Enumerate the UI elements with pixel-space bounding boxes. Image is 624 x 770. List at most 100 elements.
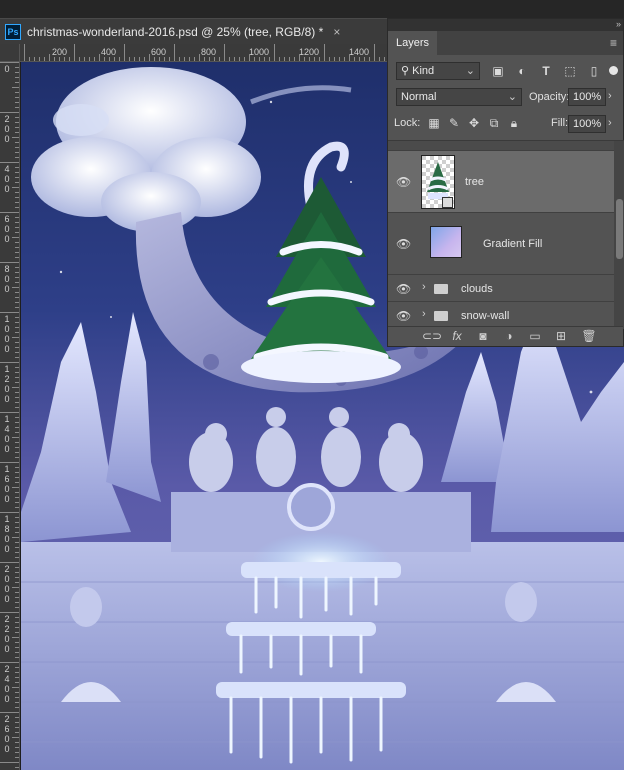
layer-name[interactable]: snow-wall (461, 310, 509, 322)
ruler-tick (134, 57, 135, 61)
filter-type-icon[interactable]: T (538, 63, 554, 79)
ruler-origin[interactable] (0, 44, 20, 62)
ruler-tick (374, 44, 375, 61)
lock-fill-row: Lock: ▦ ✎ ✥ ⧉ 🔒︎ Fill: 100% › (388, 112, 623, 136)
ruler-label: 1800 (4, 514, 10, 554)
ruler-tick (15, 252, 19, 253)
layers-scrollbar[interactable] (614, 141, 624, 329)
filter-pixel-icon[interactable]: ▣ (490, 63, 506, 79)
ruler-tick (269, 57, 270, 61)
visibility-eye-icon[interactable]: 👁︎ (396, 310, 412, 322)
ruler-label: 0 (4, 64, 10, 74)
fill-slider-chevron-icon[interactable]: › (608, 117, 612, 129)
layer-row-clouds[interactable]: 👁︎ › clouds (388, 275, 614, 302)
ruler-tick (239, 57, 240, 61)
adjustment-icon[interactable]: ◑ (500, 328, 518, 344)
ruler-tick (15, 132, 19, 133)
visibility-eye-icon[interactable]: 👁︎ (396, 283, 412, 295)
ruler-tick (15, 632, 19, 633)
ruler-tick (364, 57, 365, 61)
ruler-tick (169, 57, 170, 61)
ruler-tick (0, 312, 19, 313)
filter-smart-object-icon[interactable]: ▯ (586, 63, 602, 79)
ruler-tick (69, 57, 70, 61)
lock-position-icon[interactable]: ✥ (466, 115, 482, 131)
lock-all-icon[interactable]: 🔒︎ (506, 115, 522, 131)
ruler-tick (15, 272, 19, 273)
ruler-tick (334, 57, 335, 61)
layer-row-partial[interactable] (388, 141, 614, 151)
ruler-label: 1000 (249, 47, 270, 57)
vertical-ruler[interactable]: 0 200 400 600 800 1000 1200 1400 1600 1800 2000 220… (0, 62, 20, 770)
panel-header-strip[interactable]: » (388, 19, 623, 31)
ruler-tick (15, 177, 19, 178)
link-icon[interactable]: ⊂⊃ (422, 328, 442, 344)
filter-toggle-switch[interactable] (609, 66, 618, 75)
folder-icon (434, 311, 448, 321)
ruler-tick (24, 44, 25, 61)
ruler-tick (199, 54, 200, 61)
folder-icon[interactable]: ▭ (526, 328, 544, 344)
chevron-right-icon[interactable]: › (422, 308, 426, 320)
collapse-panel-icon[interactable]: » (616, 19, 621, 29)
layer-row-snow-wall[interactable]: 👁︎ › snow-wall (388, 302, 614, 329)
folder-icon (434, 284, 448, 294)
document-tab[interactable]: Ps christmas-wonderland-2016.psd @ 25% (… (0, 18, 388, 45)
ruler-tick (0, 712, 19, 713)
tab-layers[interactable]: Layers (388, 31, 438, 55)
layer-name[interactable]: clouds (461, 283, 493, 295)
ruler-tick (15, 682, 19, 683)
mask-icon[interactable]: ◙ (474, 328, 492, 344)
layer-row-tree[interactable]: 👁︎ tree (388, 151, 614, 213)
fill-label[interactable]: Fill: (551, 114, 568, 132)
ruler-tick (219, 57, 220, 61)
ruler-tick (15, 257, 19, 258)
lock-transparent-pixels-icon[interactable]: ▦ (426, 115, 442, 131)
ruler-tick (249, 54, 250, 61)
visibility-eye-icon[interactable]: 👁︎ (396, 238, 412, 250)
ruler-tick (15, 367, 19, 368)
layer-name[interactable]: tree (465, 176, 484, 188)
trash-icon[interactable]: 🗑︎ (580, 328, 598, 344)
ruler-tick (15, 102, 19, 103)
ruler-tick (15, 577, 19, 578)
clouds-art (31, 67, 352, 232)
ruler-tick (324, 44, 325, 61)
prevent-autonest-icon[interactable]: ⧉ (486, 115, 502, 131)
chevron-right-icon[interactable]: › (422, 281, 426, 293)
blend-mode-dropdown[interactable]: Normal ⌄ (396, 88, 522, 106)
ruler-tick (244, 57, 245, 61)
filter-shape-icon[interactable]: ⬚ (562, 63, 578, 79)
filter-kind-dropdown[interactable]: ⚲ Kind ⌄ (396, 62, 480, 80)
lock-image-pixels-icon[interactable]: ✎ (446, 115, 462, 131)
filter-adjustment-icon[interactable]: ◐ (514, 63, 530, 79)
opacity-input[interactable]: 100% (568, 88, 606, 106)
fx-icon[interactable]: fx (448, 328, 466, 344)
document-title: christmas-wonderland-2016.psd @ 25% (tre… (27, 25, 324, 39)
opacity-slider-chevron-icon[interactable]: › (608, 90, 612, 102)
panel-menu-icon[interactable]: ≡ (610, 36, 617, 50)
ruler-tick (104, 57, 105, 61)
layer-name[interactable]: Gradient Fill (483, 238, 542, 250)
ruler-tick (15, 522, 19, 523)
ruler-tick (15, 597, 19, 598)
ruler-tick (74, 44, 75, 61)
ruler-tick (15, 452, 19, 453)
fill-input[interactable]: 100% (568, 115, 606, 133)
ruler-label: 1200 (4, 364, 10, 404)
new-layer-icon[interactable]: ⊞ (552, 328, 570, 344)
ruler-tick (15, 702, 19, 703)
gradient-fill-thumbnail[interactable] (430, 226, 462, 258)
close-tab-icon[interactable]: × (333, 25, 340, 39)
ruler-tick (12, 237, 19, 238)
ruler-tick (0, 612, 19, 613)
ruler-tick (15, 732, 19, 733)
ruler-tick (259, 57, 260, 61)
scrollbar-thumb[interactable] (616, 199, 623, 259)
ruler-label: 1200 (299, 47, 320, 57)
visibility-eye-icon[interactable]: 👁︎ (396, 176, 412, 188)
ruler-tick (15, 432, 19, 433)
layer-row-gradient-fill[interactable]: 👁︎ Gradient Fill (388, 213, 614, 275)
opacity-label[interactable]: Opacity: (529, 88, 569, 106)
ruler-tick (144, 57, 145, 61)
